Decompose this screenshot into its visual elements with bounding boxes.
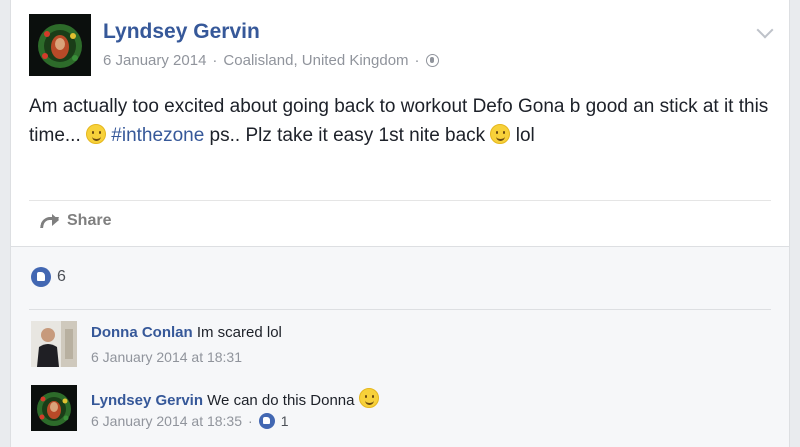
commenter-avatar[interactable] — [31, 385, 77, 431]
hashtag-link[interactable]: #inthezone — [111, 125, 204, 146]
comment-like-count[interactable]: 1 — [281, 413, 289, 429]
post-card: Lyndsey Gervin 6 January 2014 · Coalisla… — [10, 0, 790, 447]
meta-separator-2: · — [414, 52, 420, 69]
chevron-down-icon[interactable] — [756, 21, 774, 39]
share-icon — [41, 214, 59, 228]
post-meta: 6 January 2014 · Coalisland, United King… — [103, 52, 439, 69]
comment-text: We can do this Donna — [207, 392, 355, 409]
meta-separator: · — [212, 52, 218, 69]
reaction-count: 6 — [57, 268, 66, 285]
author-avatar[interactable] — [29, 14, 91, 76]
comment-meta: 6 January 2014 at 18:35 · 1 — [91, 413, 288, 429]
comment-timestamp[interactable]: 6 January 2014 at 18:31 — [91, 349, 242, 365]
wink-emoji-icon — [86, 124, 107, 144]
comment-line: Donna Conlan Im scared lol — [91, 324, 282, 341]
commenter-avatar[interactable] — [31, 321, 77, 367]
meta-separator: · — [248, 413, 253, 429]
smile-emoji-icon — [490, 124, 511, 144]
divider — [29, 200, 771, 201]
comment-timestamp[interactable]: 6 January 2014 at 18:35 — [91, 413, 242, 429]
post-author-name[interactable]: Lyndsey Gervin — [103, 20, 260, 44]
comments-section: 6 Donna Conlan Im scared lol 6 January 2… — [11, 246, 789, 447]
divider — [29, 309, 771, 310]
post-header: Lyndsey Gervin 6 January 2014 · Coalisla… — [29, 10, 774, 80]
globe-icon[interactable] — [425, 54, 439, 67]
comment-text: Im scared lol — [196, 324, 282, 341]
share-button[interactable]: Share — [41, 212, 111, 230]
share-label: Share — [67, 212, 112, 229]
reactions-summary[interactable]: 6 — [31, 267, 66, 287]
comment-author[interactable]: Donna Conlan — [91, 324, 193, 341]
post-date[interactable]: 6 January 2014 — [103, 52, 206, 69]
wink-emoji-icon — [358, 388, 379, 408]
post-text-part2: ps.. Plz take it easy 1st nite back — [204, 125, 491, 146]
comment-line: Lyndsey Gervin We can do this Donna — [91, 388, 379, 409]
like-icon[interactable] — [258, 413, 275, 429]
comment-author[interactable]: Lyndsey Gervin — [91, 392, 203, 409]
like-icon — [31, 267, 51, 287]
comment-meta: 6 January 2014 at 18:31 — [91, 349, 242, 365]
post-text-part3: lol — [510, 125, 535, 146]
post-location[interactable]: Coalisland, United Kingdom — [223, 52, 408, 69]
post-body: Am actually too excited about going back… — [29, 92, 769, 150]
